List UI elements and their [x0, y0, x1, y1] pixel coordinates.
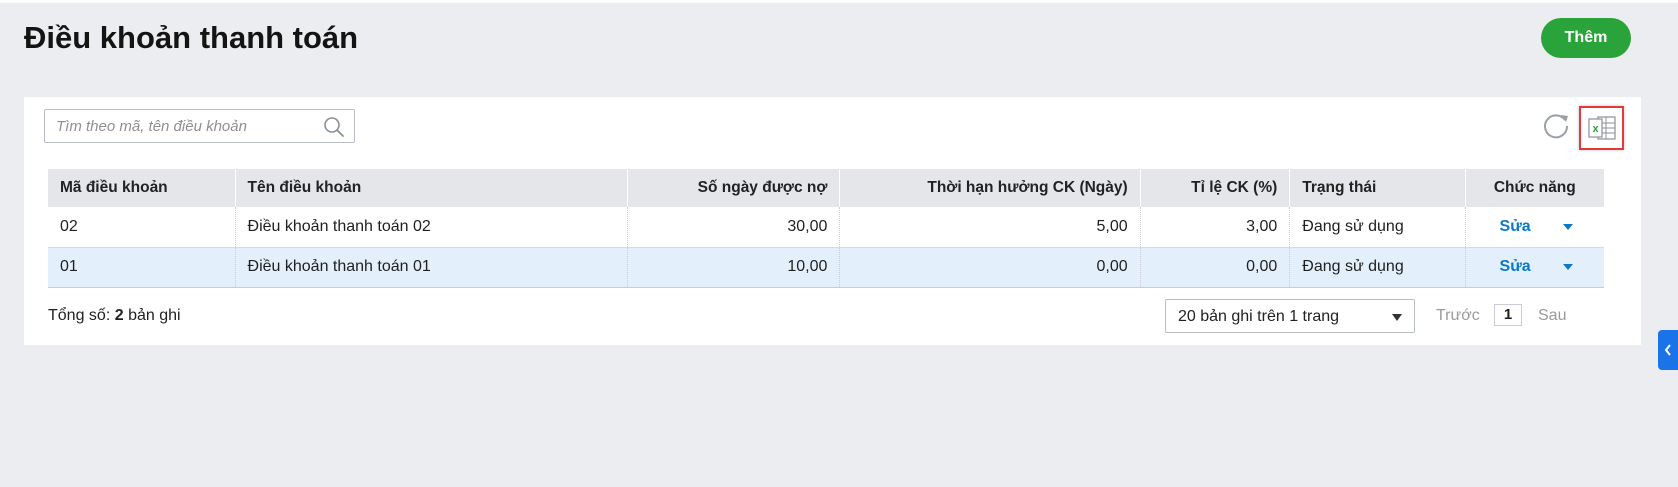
table-row[interactable]: 02 Điều khoản thanh toán 02 30,00 5,00 3… — [48, 207, 1604, 248]
cell-credit-days: 30,00 — [627, 207, 841, 248]
column-header-code[interactable]: Mã điều khoản — [48, 169, 236, 207]
cell-actions: Sửa — [1465, 247, 1604, 288]
cell-name: Điều khoản thanh toán 01 — [235, 247, 628, 288]
search-box[interactable] — [44, 109, 355, 143]
cell-status: Đang sử dụng — [1289, 247, 1466, 288]
pager-prev[interactable]: Trước — [1436, 307, 1480, 325]
total-records: Tổng số: 2 bản ghi — [48, 307, 181, 325]
payment-terms-table: Mã điều khoản Tên điều khoản Số ngày đượ… — [48, 169, 1604, 288]
column-header-status[interactable]: Trạng thái — [1289, 169, 1466, 207]
cell-code: 01 — [48, 247, 236, 288]
chevron-down-icon — [1392, 314, 1402, 321]
column-header-discount-rate[interactable]: Tỉ lệ CK (%) — [1140, 169, 1291, 207]
more-actions-caret-icon[interactable] — [1562, 223, 1573, 230]
column-header-discount-days[interactable]: Thời hạn hưởng CK (Ngày) — [839, 169, 1141, 207]
column-header-name[interactable]: Tên điều khoản — [235, 169, 628, 207]
export-excel-button[interactable]: x — [1579, 106, 1624, 150]
cell-discount-rate: 0,00 — [1140, 247, 1291, 288]
search-icon[interactable] — [323, 116, 345, 138]
table-row[interactable]: 01 Điều khoản thanh toán 01 10,00 0,00 0… — [48, 247, 1604, 288]
refresh-icon[interactable] — [1541, 111, 1571, 141]
cell-discount-rate: 3,00 — [1140, 207, 1291, 248]
cell-discount-days: 0,00 — [839, 247, 1141, 288]
top-strip — [0, 0, 1678, 3]
svg-text:x: x — [1592, 123, 1599, 135]
total-suffix: bản ghi — [128, 307, 181, 324]
column-header-actions: Chức năng — [1465, 169, 1604, 207]
cell-code: 02 — [48, 207, 236, 248]
cell-discount-days: 5,00 — [839, 207, 1141, 248]
edit-link[interactable]: Sửa — [1500, 218, 1531, 235]
edit-link[interactable]: Sửa — [1500, 258, 1531, 275]
page-title: Điều khoản thanh toán — [24, 20, 359, 55]
chevron-left-icon — [1664, 344, 1671, 356]
more-actions-caret-icon[interactable] — [1562, 263, 1573, 270]
excel-icon: x — [1588, 116, 1616, 140]
cell-credit-days: 10,00 — [627, 247, 841, 288]
table-header-row: Mã điều khoản Tên điều khoản Số ngày đượ… — [48, 169, 1604, 207]
content-panel: x Mã điều khoản Tên điều khoản Số ngày đ… — [24, 97, 1641, 345]
cell-name: Điều khoản thanh toán 02 — [235, 207, 628, 248]
add-button[interactable]: Thêm — [1541, 18, 1631, 58]
page-size-value: 20 bản ghi trên 1 trang — [1178, 308, 1340, 325]
total-prefix: Tổng số: — [48, 307, 111, 324]
pager-next[interactable]: Sau — [1538, 307, 1566, 325]
side-panel-toggle[interactable] — [1658, 330, 1678, 370]
total-count: 2 — [114, 307, 124, 324]
search-input[interactable] — [56, 116, 306, 136]
cell-actions: Sửa — [1465, 207, 1604, 248]
pager-current-page[interactable]: 1 — [1494, 304, 1522, 326]
page-size-select[interactable]: 20 bản ghi trên 1 trang — [1165, 299, 1415, 333]
cell-status: Đang sử dụng — [1289, 207, 1466, 248]
column-header-credit-days[interactable]: Số ngày được nợ — [627, 169, 841, 207]
